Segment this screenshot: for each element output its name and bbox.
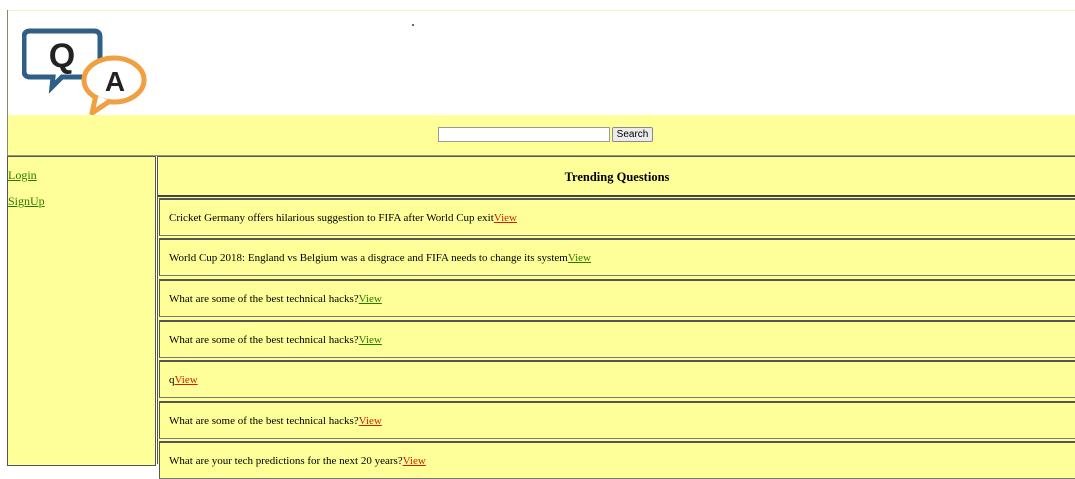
question-text: What are some of the best technical hack…	[169, 415, 359, 427]
sidebar: Login SignUp	[7, 156, 156, 466]
question-view-link[interactable]: View	[494, 212, 517, 224]
question-text: What are some of the best technical hack…	[169, 334, 359, 346]
question-row: Cricket Germany offers hilarious suggest…	[159, 198, 1075, 236]
question-row: What are some of the best technical hack…	[159, 401, 1075, 439]
question-view-link[interactable]: View	[359, 293, 382, 305]
question-row: World Cup 2018: England vs Belgium was a…	[159, 238, 1075, 276]
logo-q-letter: Q	[49, 37, 75, 75]
question-view-link[interactable]: View	[568, 252, 591, 264]
question-view-link[interactable]: View	[175, 374, 198, 386]
search-bar: Search	[8, 115, 1075, 156]
search-input[interactable]	[438, 127, 610, 142]
trending-questions-heading: Trending Questions	[158, 156, 1075, 197]
question-row: What are some of the best technical hack…	[159, 279, 1075, 317]
trending-questions-panel: Trending Questions Cricket Germany offer…	[157, 156, 1075, 479]
question-row: What are your tech predictions for the n…	[159, 441, 1075, 479]
site-header: Q A	[8, 11, 1075, 116]
header-dot	[412, 24, 414, 26]
question-text: What are your tech predictions for the n…	[169, 455, 403, 467]
question-text: Cricket Germany offers hilarious suggest…	[169, 212, 494, 224]
question-text: World Cup 2018: England vs Belgium was a…	[169, 252, 568, 264]
question-row: qView	[159, 360, 1075, 398]
question-text: What are some of the best technical hack…	[169, 293, 359, 305]
signup-link[interactable]: SignUp	[8, 194, 45, 209]
logo-a-letter: A	[105, 66, 125, 97]
login-link[interactable]: Login	[8, 168, 37, 183]
question-view-link[interactable]: View	[359, 415, 382, 427]
qa-logo: Q A	[22, 28, 147, 116]
question-view-link[interactable]: View	[403, 455, 426, 467]
search-button[interactable]: Search	[612, 127, 653, 142]
question-row: What are some of the best technical hack…	[159, 320, 1075, 358]
question-view-link[interactable]: View	[359, 334, 382, 346]
